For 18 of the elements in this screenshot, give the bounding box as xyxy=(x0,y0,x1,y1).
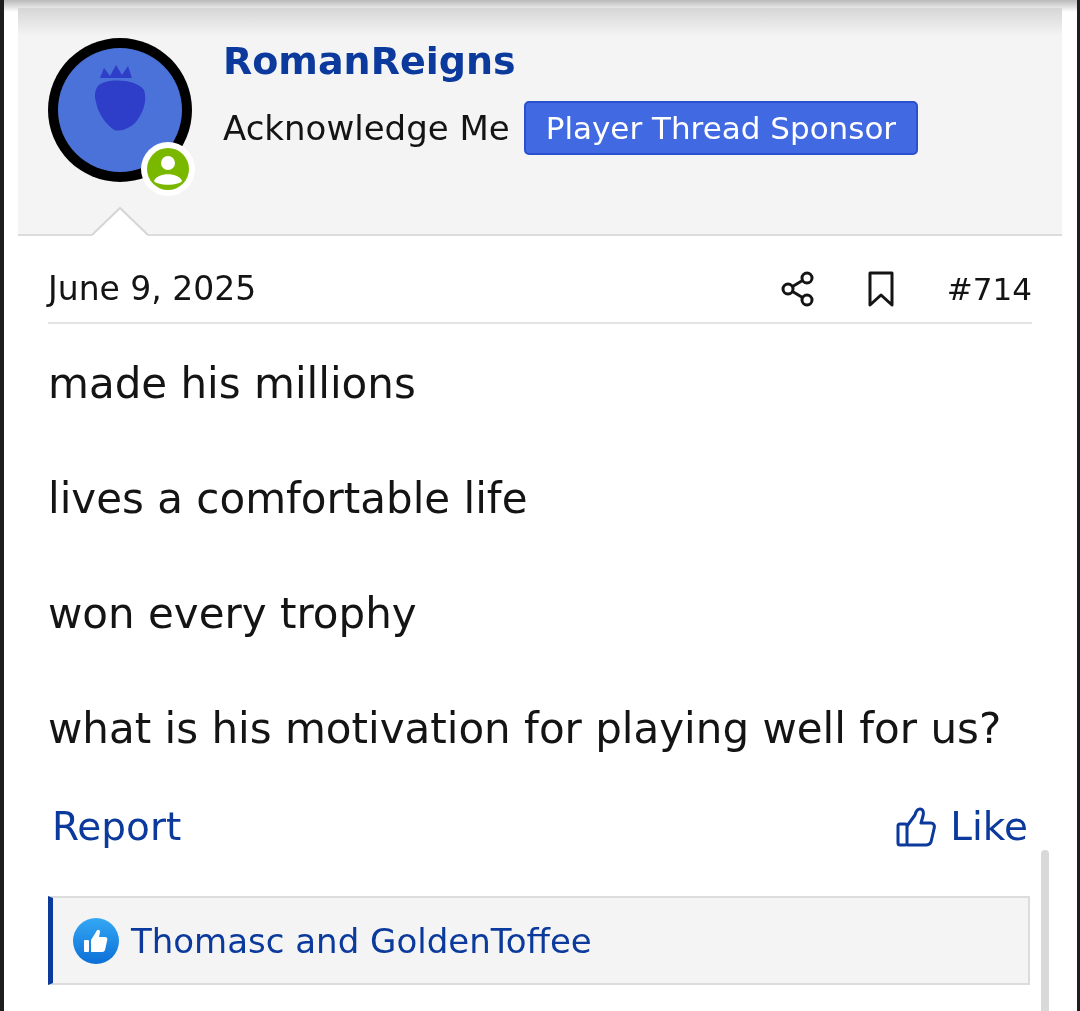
thumbs-up-icon xyxy=(896,806,937,848)
reaction-users-link[interactable]: Thomasc and GoldenToffee xyxy=(131,920,592,961)
post-number[interactable]: #714 xyxy=(946,269,1032,309)
report-link[interactable]: Report xyxy=(48,804,182,850)
post-date[interactable]: June 9, 2025 xyxy=(48,269,257,309)
post-paragraph: made his millions xyxy=(48,361,417,407)
username-link[interactable]: RomanReigns xyxy=(223,38,516,84)
like-button[interactable]: Like xyxy=(896,804,1032,850)
post-paragraph: won every trophy xyxy=(48,591,418,637)
user-title: Acknowledge Me xyxy=(223,108,510,148)
like-reaction-icon xyxy=(73,917,119,964)
post-paragraph: lives a comfortable life xyxy=(48,476,529,522)
avatar-icon[interactable] xyxy=(48,38,192,182)
post-paragraph: what is his motivation for playing well for us? xyxy=(48,706,1003,752)
user-banner: Player Thread Sponsor xyxy=(523,101,919,155)
share-icon[interactable] xyxy=(780,271,815,307)
bookmark-icon[interactable] xyxy=(866,271,895,307)
scrollbar[interactable] xyxy=(1041,850,1049,1011)
